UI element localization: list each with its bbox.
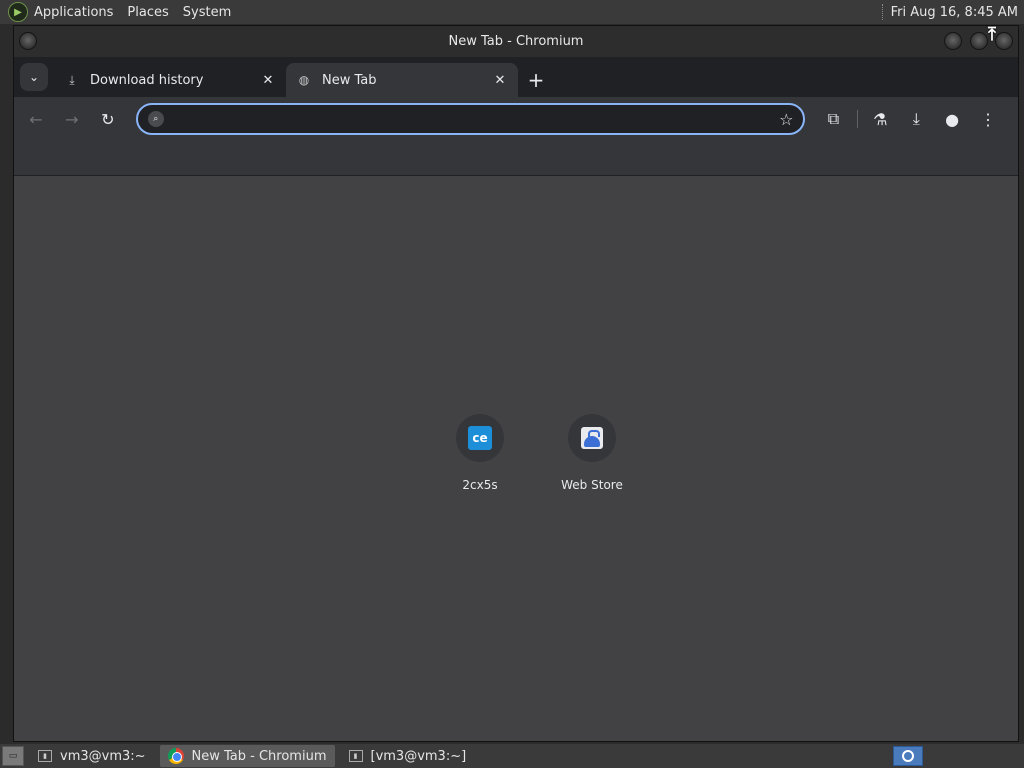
forward-button[interactable]: → <box>58 105 86 133</box>
shortcut-label: 2cx5s <box>462 478 498 492</box>
menu-system[interactable]: System <box>183 5 231 20</box>
toolbar: ← → ↻ ⌕ ☆ ⧉ ⚗ ⤓ ● ⋮ <box>14 97 1018 141</box>
window-menu-button[interactable] <box>19 32 37 50</box>
tab-search-button[interactable]: ⌄ <box>20 63 48 91</box>
profile-icon[interactable]: ● <box>938 105 966 133</box>
shortcut-icon-circle: ce <box>456 414 504 462</box>
tab-close-icon[interactable]: ✕ <box>492 72 508 88</box>
menu-places[interactable]: Places <box>127 5 168 20</box>
new-tab-button[interactable]: + <box>522 66 550 94</box>
web-store-icon <box>581 427 603 449</box>
address-input[interactable] <box>173 111 780 127</box>
taskbar-item[interactable]: ▮ [vm3@vm3:~] <box>341 745 475 767</box>
terminal-icon: ▮ <box>38 750 52 762</box>
clock[interactable]: Fri Aug 16, 8:45 AM <box>881 4 1018 20</box>
taskbar: ▭ ▮ vm3@vm3:~ New Tab - Chromium ▮ [vm3@… <box>0 744 1024 768</box>
tray-chromium-icon[interactable] <box>893 746 923 766</box>
app-menu-icon[interactable]: ▶ <box>8 2 28 22</box>
new-tab-page: ce 2cx5s Web Store <box>14 176 1018 741</box>
minimize-button[interactable] <box>944 32 962 50</box>
shortcut-label: Web Store <box>561 478 623 492</box>
tab-title: Download history <box>90 72 204 88</box>
browser-window: New Tab - Chromium ⤒ ⌄ ⤓ Download histor… <box>13 24 1019 742</box>
taskbar-item-label: New Tab - Chromium <box>191 748 327 764</box>
top-panel: ▶ Applications Places System Fri Aug 16,… <box>0 0 1024 24</box>
taskbar-item[interactable]: ▮ vm3@vm3:~ <box>30 745 154 767</box>
bookmarks-bar <box>14 141 1018 176</box>
taskbar-item[interactable]: New Tab - Chromium <box>159 745 335 767</box>
maximize-button[interactable] <box>970 32 988 50</box>
tab-close-icon[interactable]: ✕ <box>260 72 276 88</box>
shortcut-tile[interactable]: ce 2cx5s <box>424 414 536 492</box>
close-window-button[interactable] <box>995 32 1013 50</box>
tab-title: New Tab <box>322 72 377 88</box>
clock-text: Fri Aug 16, 8:45 AM <box>890 4 1018 20</box>
labs-flask-icon[interactable]: ⚗ <box>866 105 894 133</box>
menu-applications[interactable]: Applications <box>34 5 113 20</box>
globe-icon: ◍ <box>298 73 310 87</box>
shortcut-icon-circle <box>568 414 616 462</box>
shortcuts-grid: ce 2cx5s Web Store <box>424 414 648 492</box>
taskbar-item-label: [vm3@vm3:~] <box>370 748 467 764</box>
downloads-icon[interactable]: ⤓ <box>902 105 930 133</box>
mouse-cursor-icon: ⤒ <box>988 24 996 45</box>
window-title: New Tab - Chromium <box>448 34 584 49</box>
download-icon: ⤓ <box>69 72 75 87</box>
search-icon: ⌕ <box>147 111 164 127</box>
terminal-icon: ▮ <box>348 750 363 762</box>
tab-new-tab[interactable]: ◍ New Tab ✕ <box>286 63 518 97</box>
tab-download-history[interactable]: ⤓ Download history ✕ <box>54 63 286 97</box>
bookmark-star-icon[interactable]: ☆ <box>779 110 793 129</box>
ce-logo-icon: ce <box>468 426 492 450</box>
back-button[interactable]: ← <box>22 105 50 133</box>
window-titlebar[interactable]: New Tab - Chromium ⤒ <box>14 24 1018 57</box>
reload-button[interactable]: ↻ <box>94 105 122 133</box>
extensions-icon[interactable]: ⧉ <box>819 105 847 133</box>
show-desktop-icon[interactable]: ▭ <box>2 746 24 766</box>
omnibox[interactable]: ⌕ ☆ <box>135 103 806 135</box>
menu-kebab-icon[interactable]: ⋮ <box>974 105 1002 133</box>
tab-strip: ⌄ ⤓ Download history ✕ ◍ New Tab ✕ + <box>14 57 1018 97</box>
chromium-icon <box>167 748 184 764</box>
taskbar-item-label: vm3@vm3:~ <box>60 748 146 764</box>
shortcut-tile[interactable]: Web Store <box>536 414 648 492</box>
